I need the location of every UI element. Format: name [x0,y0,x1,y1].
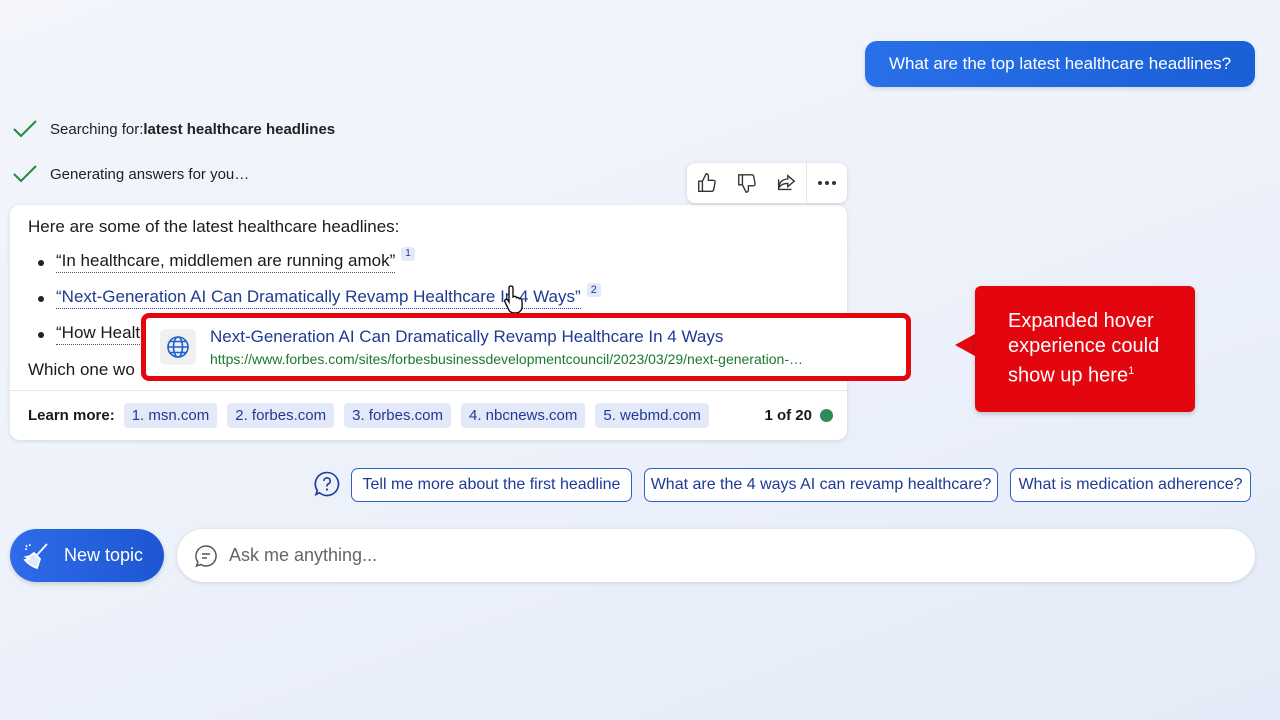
question-help-icon[interactable] [313,470,341,498]
bullet [38,332,44,338]
headline-text[interactable]: “In healthcare, middlemen are running am… [56,251,396,273]
thumbs-down-button[interactable] [727,163,767,203]
more-icon [818,181,837,185]
suggestion-chip-1[interactable]: Tell me more about the first headline [351,468,632,502]
bullet [38,296,44,302]
hand-cursor-icon [504,285,523,314]
status-searching: Searching for: latest healthcare headlin… [12,118,335,140]
response-count-text: 1 of 20 [764,407,812,424]
status-generating-text: Generating answers for you… [50,165,250,183]
callout-line-1: Expanded hover [1008,310,1154,332]
status-searching-prefix: Searching for: [50,120,144,138]
link-hover-card[interactable]: Next-Generation AI Can Dramatically Reva… [141,313,911,381]
hover-card-title[interactable]: Next-Generation AI Can Dramatically Reva… [210,327,888,347]
thumbs-up-icon [697,173,716,192]
citation-badge[interactable]: 1 [401,247,415,261]
chat-bubble-icon [195,544,217,567]
callout-line-3-text: show up here [1008,364,1129,387]
globe-icon [160,329,196,365]
source-link-2[interactable]: 2. forbes.com [227,403,335,428]
ask-input[interactable] [229,545,1209,566]
more-options-button[interactable] [807,163,847,203]
hover-card-text: Next-Generation AI Can Dramatically Reva… [210,327,888,367]
answer-intro: Here are some of the latest healthcare h… [28,217,400,236]
share-button[interactable] [767,163,807,203]
answer-question: Which one wo [28,360,135,379]
callout-arrow [955,334,975,356]
status-dot [820,409,833,422]
source-link-5[interactable]: 5. webmd.com [595,403,709,428]
suggestion-chip-2[interactable]: What are the 4 ways AI can revamp health… [644,468,998,502]
new-topic-button[interactable]: New topic [10,529,164,582]
list-item[interactable]: “In healthcare, middlemen are running am… [36,247,601,287]
hover-card-url[interactable]: https://www.forbes.com/sites/forbesbusin… [210,351,888,367]
callout-line-2: experience could [1008,335,1160,357]
thumbs-down-icon [737,174,756,193]
citation-badge[interactable]: 2 [586,283,601,297]
learn-more-label: Learn more: [28,407,115,424]
new-topic-label: New topic [64,545,144,565]
source-link-1[interactable]: 1. msn.com [123,403,218,428]
chat-input-container[interactable] [177,529,1255,582]
source-link-4[interactable]: 4. nbcnews.com [460,403,586,428]
learn-more-bar: Learn more: 1. msn.com 2. forbes.com 3. … [28,403,719,428]
checkmark-icon [13,165,37,183]
card-divider [10,390,847,391]
message-actions-bar [687,163,847,203]
bullet [38,260,44,266]
callout-line-3: show up here1 [1008,359,1185,389]
thumbs-up-button[interactable] [687,163,727,203]
source-link-3[interactable]: 3. forbes.com [344,403,451,428]
broom-icon [23,542,48,569]
user-message-bubble: What are the top latest healthcare headl… [865,41,1255,87]
annotation-callout: Expanded hover experience could show up … [975,286,1195,412]
response-counter: 1 of 20 [764,407,833,424]
checkmark-icon [13,120,37,138]
share-icon [778,174,796,191]
status-searching-query: latest healthcare headlines [143,120,336,138]
headline-text[interactable]: “How Healt [56,323,141,345]
callout-footnote: 1 [1128,365,1135,377]
suggestion-chip-3[interactable]: What is medication adherence? [1010,468,1251,502]
status-generating: Generating answers for you… [12,163,249,185]
